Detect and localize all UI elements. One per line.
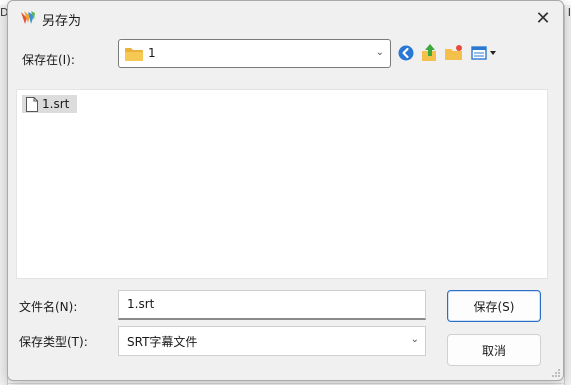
cancel-button[interactable]: 取消 <box>447 334 541 366</box>
location-dropdown[interactable]: 1 ⌄ <box>118 39 391 68</box>
filetype-label: 保存类型(T): <box>19 335 88 349</box>
back-button[interactable] <box>396 43 416 63</box>
folder-icon <box>125 48 143 61</box>
chevron-down-icon: ⌄ <box>410 334 419 345</box>
app-icon <box>21 11 35 24</box>
title-bar[interactable]: 另存为 ✕ <box>8 1 563 35</box>
list-item[interactable]: 1.srt <box>22 95 78 113</box>
filename-value: 1.srt <box>127 297 155 311</box>
chevron-down-icon: ⌄ <box>375 47 384 58</box>
filetype-value: SRT字幕文件 <box>127 335 198 349</box>
view-menu-icon <box>471 46 496 60</box>
filetype-dropdown[interactable]: SRT字幕文件 ⌄ <box>118 326 426 356</box>
close-button[interactable]: ✕ <box>529 5 557 31</box>
location-value: 1 <box>148 46 156 60</box>
background-app-right-edge <box>564 5 571 385</box>
cancel-button-label: 取消 <box>481 343 506 358</box>
new-folder-button[interactable] <box>444 43 464 63</box>
resize-grip-icon[interactable] <box>551 368 561 378</box>
new-folder-icon <box>445 45 462 60</box>
save-as-dialog: 另存为 ✕ 保存在(I): 1 ⌄ 1.srt 文件名(N): 1.srt 保存… <box>7 0 564 381</box>
up-folder-icon <box>422 44 436 61</box>
save-button[interactable]: 保存(S) <box>447 290 541 322</box>
filename-input[interactable]: 1.srt <box>118 290 426 320</box>
file-name: 1.srt <box>42 97 70 111</box>
filename-label: 文件名(N): <box>19 300 78 314</box>
close-icon: ✕ <box>535 7 551 29</box>
save-button-label: 保存(S) <box>473 299 515 314</box>
window-title: 另存为 <box>42 14 82 29</box>
back-icon <box>398 45 414 61</box>
file-list[interactable]: 1.srt <box>16 89 548 279</box>
view-menu-button[interactable] <box>470 43 500 63</box>
document-icon <box>26 96 38 112</box>
up-folder-button[interactable] <box>420 43 440 63</box>
location-label: 保存在(I): <box>22 53 75 67</box>
